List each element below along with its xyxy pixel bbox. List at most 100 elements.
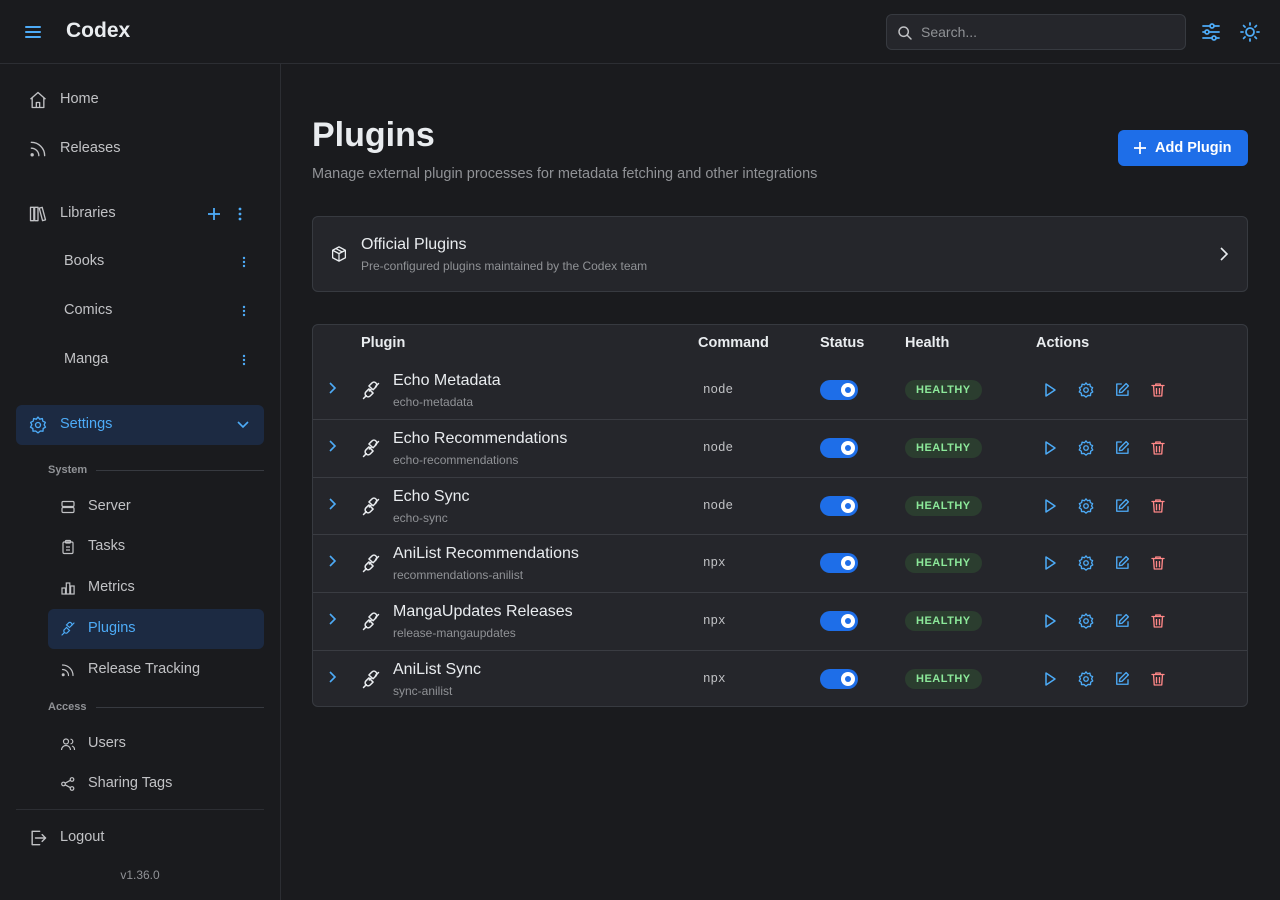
add-plugin-button[interactable]: Add Plugin: [1118, 130, 1248, 166]
rss-icon: [61, 664, 74, 677]
delete-trash-icon[interactable]: [1149, 612, 1167, 630]
sidebar-item-tasks[interactable]: Tasks: [48, 527, 264, 567]
plugin-command: npx: [703, 556, 726, 570]
sidebar-item-release-tracking[interactable]: Release Tracking: [48, 650, 264, 690]
library-menu-icon[interactable]: [236, 254, 252, 270]
configure-gear-icon[interactable]: [1077, 381, 1095, 399]
home-icon: [30, 91, 46, 109]
library-menu-icon[interactable]: [236, 303, 252, 319]
sidebar-item-users[interactable]: Users: [48, 724, 264, 764]
sidebar-item-settings[interactable]: Settings: [16, 405, 264, 445]
library-label: Comics: [64, 302, 113, 318]
official-plugins-card[interactable]: Official Plugins Pre-configured plugins …: [312, 216, 1248, 292]
expand-row-icon[interactable]: [325, 497, 339, 514]
rss-icon: [30, 141, 46, 157]
run-icon[interactable]: [1041, 612, 1059, 630]
status-toggle[interactable]: [820, 496, 858, 516]
plugin-command: node: [703, 383, 734, 397]
toggle-knob: [841, 672, 855, 686]
expand-row-icon[interactable]: [325, 670, 339, 687]
edit-icon[interactable]: [1113, 439, 1131, 457]
sidebar-library-manga[interactable]: Manga: [48, 342, 264, 378]
theme-toggle-icon[interactable]: [1238, 20, 1262, 44]
sidebar-item-libraries[interactable]: Libraries: [16, 194, 264, 234]
search-box[interactable]: [886, 14, 1186, 50]
expand-row-icon[interactable]: [325, 439, 339, 456]
plugin-command: npx: [703, 614, 726, 628]
status-toggle[interactable]: [820, 438, 858, 458]
sidebar-library-comics[interactable]: Comics: [48, 293, 264, 329]
table-row: MangaUpdates Releases release-mangaupdate…: [313, 592, 1247, 650]
library-menu-icon[interactable]: [236, 352, 252, 368]
run-icon[interactable]: [1041, 381, 1059, 399]
plugin-command: npx: [703, 672, 726, 686]
edit-icon[interactable]: [1113, 612, 1131, 630]
official-plugins-title: Official Plugins: [361, 236, 467, 253]
sidebar-item-label: Settings: [60, 416, 113, 432]
sidebar-item-plugins[interactable]: Plugins: [48, 609, 264, 649]
edit-icon[interactable]: [1113, 497, 1131, 515]
status-toggle[interactable]: [820, 611, 858, 631]
delete-trash-icon[interactable]: [1149, 554, 1167, 572]
sidebar-item-sharing-tags[interactable]: Sharing Tags: [48, 764, 264, 804]
health-badge: HEALTHY: [905, 611, 982, 631]
delete-trash-icon[interactable]: [1149, 670, 1167, 688]
sidebar-item-label: Users: [88, 735, 126, 751]
sidebar-item-releases[interactable]: Releases: [16, 129, 264, 169]
status-toggle[interactable]: [820, 669, 858, 689]
page-subtitle: Manage external plugin processes for met…: [312, 166, 818, 182]
health-badge: HEALTHY: [905, 669, 982, 689]
health-badge: HEALTHY: [905, 553, 982, 573]
sidebar-item-server[interactable]: Server: [48, 487, 264, 527]
sidebar-item-label: Server: [88, 498, 131, 514]
edit-icon[interactable]: [1113, 381, 1131, 399]
column-header-actions: Actions: [1036, 335, 1090, 351]
column-header-command: Command: [698, 335, 769, 351]
plugin-id: sync-anilist: [393, 684, 453, 698]
delete-trash-icon[interactable]: [1149, 439, 1167, 457]
clipboard-icon: [62, 539, 74, 555]
filter-settings-icon[interactable]: [1199, 20, 1223, 44]
run-icon[interactable]: [1041, 497, 1059, 515]
sidebar-item-label: Home: [60, 91, 99, 107]
plugin-id: echo-metadata: [393, 395, 474, 409]
expand-row-icon[interactable]: [325, 612, 339, 629]
expand-row-icon[interactable]: [325, 381, 339, 398]
status-toggle[interactable]: [820, 553, 858, 573]
sidebar-item-metrics[interactable]: Metrics: [48, 568, 264, 608]
add-library-icon[interactable]: [207, 207, 221, 221]
sidebar-item-home[interactable]: Home: [16, 80, 264, 120]
configure-gear-icon[interactable]: [1077, 554, 1095, 572]
column-header-status: Status: [820, 335, 865, 351]
search-input[interactable]: [921, 15, 1181, 49]
libraries-menu-icon[interactable]: [233, 206, 247, 222]
plugin-id: recommendations-anilist: [393, 568, 524, 582]
table-row: AniList Recommendations recommendations-a…: [313, 534, 1247, 592]
configure-gear-icon[interactable]: [1077, 439, 1095, 457]
sidebar-divider: [16, 809, 264, 810]
edit-icon[interactable]: [1113, 554, 1131, 572]
section-label-system: System: [48, 464, 88, 476]
configure-gear-icon[interactable]: [1077, 612, 1095, 630]
plugin-name: Echo Sync: [393, 488, 470, 505]
configure-gear-icon[interactable]: [1077, 670, 1095, 688]
delete-trash-icon[interactable]: [1149, 381, 1167, 399]
table-row: Echo Sync echo-sync node HEALTHY: [313, 477, 1247, 535]
server-icon: [61, 500, 75, 514]
edit-icon[interactable]: [1113, 670, 1131, 688]
configure-gear-icon[interactable]: [1077, 497, 1095, 515]
run-icon[interactable]: [1041, 439, 1059, 457]
menu-toggle-icon[interactable]: [22, 22, 44, 42]
section-label-access: Access: [48, 701, 87, 713]
logout-button[interactable]: Logout: [16, 818, 264, 858]
official-plugins-subtitle: Pre-configured plugins maintained by the…: [361, 259, 648, 273]
run-icon[interactable]: [1041, 554, 1059, 572]
status-toggle[interactable]: [820, 380, 858, 400]
sidebar-library-books[interactable]: Books: [48, 244, 264, 280]
run-icon[interactable]: [1041, 670, 1059, 688]
delete-trash-icon[interactable]: [1149, 497, 1167, 515]
app-version: v1.36.0: [120, 868, 160, 882]
users-icon: [60, 738, 76, 751]
expand-row-icon[interactable]: [325, 554, 339, 571]
plugins-table: Plugin Command Status Health Actions Ech…: [312, 324, 1248, 707]
